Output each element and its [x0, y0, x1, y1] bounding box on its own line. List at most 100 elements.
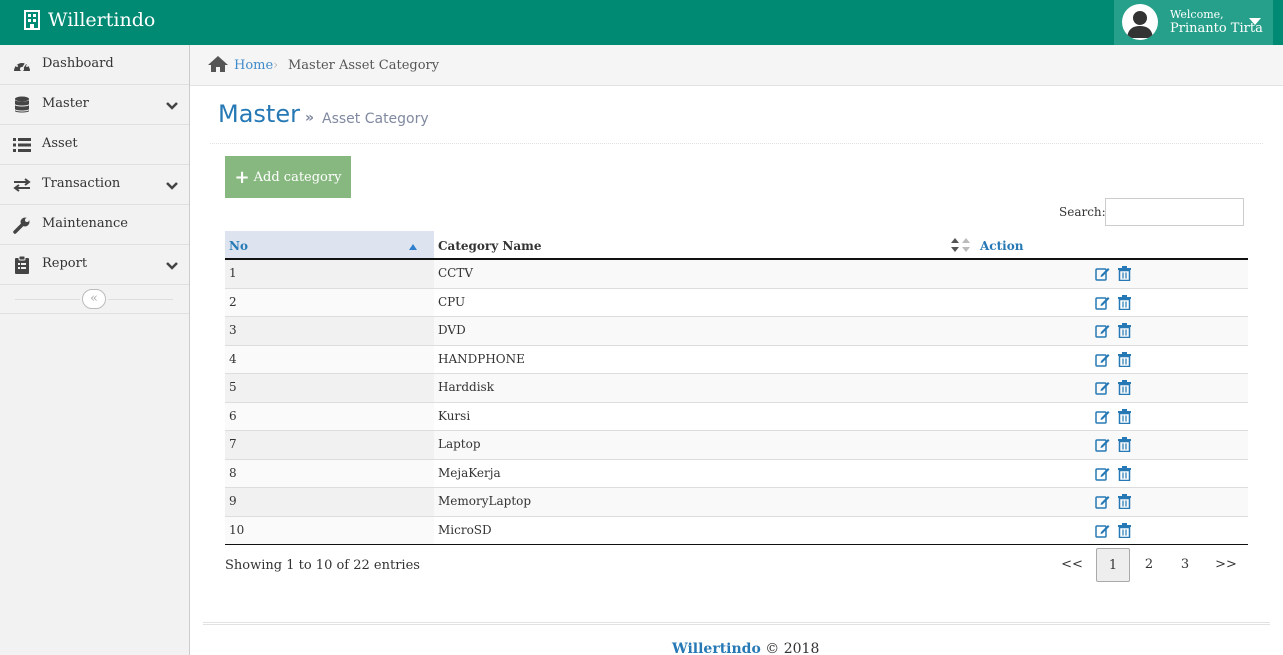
edit-icon[interactable]: [1095, 409, 1110, 428]
sidebar-item-report[interactable]: Report: [0, 245, 189, 285]
edit-icon[interactable]: [1095, 323, 1110, 342]
sidebar-item-transaction[interactable]: Transaction: [0, 165, 189, 205]
add-category-button[interactable]: + Add category: [225, 156, 351, 198]
cell-category-name: MejaKerja: [438, 465, 501, 480]
trash-icon[interactable]: [1118, 351, 1131, 371]
breadcrumb-current: Master Asset Category: [288, 58, 440, 73]
edit-icon[interactable]: [1095, 523, 1110, 542]
sidebar: Dashboard Master Asset Transaction Maint…: [0, 45, 190, 655]
cell-category-name: MemoryLaptop: [438, 494, 532, 508]
footer-copyright: © 2018: [765, 641, 820, 655]
sort-both-icon: [951, 238, 971, 256]
breadcrumb-separator: ›: [273, 58, 279, 73]
building-icon: [24, 10, 40, 30]
sidebar-item-label: Report: [42, 256, 88, 271]
row-actions: [1095, 408, 1131, 428]
footer-brand-link[interactable]: Willertindo: [672, 641, 761, 655]
cell-no: 7: [225, 431, 434, 459]
chevron-down-icon: [166, 259, 178, 274]
header-no-label: No: [229, 239, 248, 253]
trash-icon[interactable]: [1118, 408, 1131, 428]
brand[interactable]: Willertindo: [24, 9, 155, 31]
trash-icon[interactable]: [1118, 437, 1131, 456]
brand-label: Willertindo: [48, 9, 156, 31]
sidebar-item-label: Transaction: [42, 176, 121, 191]
sidebar-item-asset[interactable]: Asset: [0, 125, 189, 165]
pagination-first[interactable]: <<: [1055, 548, 1089, 582]
sidebar-item-label: Master: [42, 96, 89, 111]
header-action[interactable]: Action: [980, 239, 1023, 253]
edit-icon[interactable]: [1095, 494, 1110, 513]
cell-no: 10: [225, 516, 434, 545]
table-row: 3 DVD: [225, 317, 1248, 346]
cell-no: 6: [225, 402, 434, 430]
header-category-name[interactable]: Category Name: [438, 239, 541, 253]
top-navbar: Willertindo Welcome, Prinanto Tirta: [0, 0, 1283, 45]
trash-icon[interactable]: [1118, 380, 1131, 399]
table-row: 4 HANDPHONE: [225, 345, 1248, 374]
pagination-page-2[interactable]: 2: [1132, 548, 1166, 582]
user-menu[interactable]: Welcome, Prinanto Tirta: [1114, 0, 1273, 45]
trash-icon[interactable]: [1118, 465, 1131, 485]
trash-icon[interactable]: [1118, 522, 1131, 542]
edit-icon[interactable]: [1095, 266, 1110, 285]
breadcrumb-home-link[interactable]: Home: [234, 58, 273, 73]
page-subtitle: Asset Category: [322, 111, 429, 127]
header-no[interactable]: No: [225, 231, 434, 258]
edit-icon[interactable]: [1095, 437, 1110, 456]
pagination-page-1[interactable]: 1: [1096, 548, 1130, 582]
add-category-label: Add category: [253, 169, 342, 185]
table-row: 8 MejaKerja: [225, 459, 1248, 488]
sidebar-item-master[interactable]: Master: [0, 85, 189, 125]
database-icon: [12, 95, 32, 115]
collapse-sidebar-button[interactable]: «: [82, 289, 106, 309]
sidebar-item-label: Asset: [42, 136, 78, 151]
trash-icon[interactable]: [1118, 494, 1131, 513]
chevron-down-icon: [166, 179, 178, 194]
cell-category-name: Laptop: [438, 437, 481, 451]
row-actions: [1095, 323, 1131, 342]
table-row: 10 MicroSD: [225, 516, 1248, 545]
divider: [15, 299, 80, 300]
cell-no: 8: [225, 459, 434, 487]
cell-no: 4: [225, 345, 434, 373]
breadcrumb: Home › Master Asset Category: [190, 45, 1283, 86]
trash-icon[interactable]: [1118, 323, 1131, 342]
cell-category-name: MicroSD: [438, 522, 492, 537]
table-row: 1 CCTV: [225, 260, 1248, 289]
dashboard-icon: [12, 55, 32, 75]
edit-icon[interactable]: [1095, 295, 1110, 314]
welcome-text: Welcome,: [1170, 8, 1224, 21]
pagination-page-3[interactable]: 3: [1168, 548, 1202, 582]
avatar: [1122, 4, 1158, 40]
trash-icon[interactable]: [1118, 294, 1131, 314]
cell-category-name: DVD: [438, 323, 466, 337]
edit-icon[interactable]: [1095, 380, 1110, 399]
sidebar-item-dashboard[interactable]: Dashboard: [0, 45, 189, 85]
search-label: Search:: [1059, 205, 1106, 219]
trash-icon[interactable]: [1118, 266, 1131, 285]
pagination-last[interactable]: >>: [1209, 548, 1243, 582]
table-row: 5 Harddisk: [225, 374, 1248, 403]
cell-category-name: CPU: [438, 294, 466, 309]
sidebar-item-maintenance[interactable]: Maintenance: [0, 205, 189, 245]
table-bottom-border: [225, 544, 1248, 545]
table-row: 6 Kursi: [225, 402, 1248, 431]
caret-down-icon[interactable]: [1249, 18, 1261, 25]
cell-category-name: Kursi: [438, 408, 471, 423]
plus-icon: +: [234, 166, 250, 188]
row-actions: [1095, 465, 1131, 485]
table-header: No Category Name Action: [225, 231, 1248, 260]
cell-category-name: HANDPHONE: [438, 351, 525, 366]
search-input[interactable]: [1105, 198, 1244, 226]
exchange-icon: [12, 175, 32, 195]
edit-icon[interactable]: [1095, 352, 1110, 371]
table-row: 9 MemoryLaptop: [225, 488, 1248, 517]
list-icon: [12, 135, 32, 155]
cell-no: 9: [225, 488, 434, 516]
cell-category-name: Harddisk: [438, 380, 494, 394]
row-actions: [1095, 494, 1131, 513]
edit-icon[interactable]: [1095, 466, 1110, 485]
row-actions: [1095, 437, 1131, 456]
cell-category-name: CCTV: [438, 266, 474, 280]
